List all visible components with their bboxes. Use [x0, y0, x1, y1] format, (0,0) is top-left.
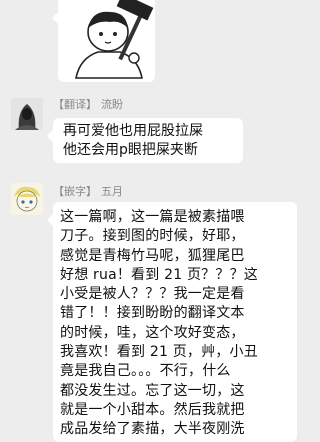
message-bubble-liupan[interactable]: 再可爱他也用屁股拉屎 他还会用p眼把屎夹断: [47, 118, 243, 163]
message-line: 刀子。接到图的时候，好耶，: [60, 228, 245, 245]
message-line: 小受是被人？？？我一定是看: [60, 286, 245, 303]
sender-role-tag: 【翻译】: [53, 98, 97, 111]
message-line: 好想 rua！看到 21 页？？？这: [60, 266, 258, 283]
sender-name-wuyue: 【嵌字】 五月: [53, 183, 123, 199]
message-line: 都没发生过。忘了这一切，这: [60, 382, 245, 399]
message-line: 的时候，哇，这个攻好变态，: [60, 324, 245, 341]
hooded-figure-avatar-icon: [11, 98, 43, 130]
message-line: 再可爱他也用屁股拉屎: [63, 123, 203, 139]
sender-name: 流盼: [101, 98, 123, 111]
avatar-liupan[interactable]: [11, 98, 43, 130]
message-line: 错了！！接到盼盼的翻译文本: [60, 305, 245, 322]
message-line: 我喜欢！看到 21 页，艸，小丑: [60, 344, 258, 361]
cartoon-character-with-sign-sticker: [75, 0, 154, 79]
message-line: 这一篇啊，这一篇是被素描喂: [60, 209, 245, 225]
sticker-message[interactable]: [52, 0, 155, 82]
message-bubble-wuyue[interactable]: 这一篇啊，这一篇是被素描喂 刀子。接到图的时候，好耶， 感觉是青梅竹马呢，狐狸尾…: [47, 202, 297, 442]
sender-name-liupan: 【翻译】 流盼: [53, 96, 123, 112]
anime-character-avatar-icon: [11, 183, 43, 215]
message-line: 就是一个小甜本。然后我就把: [60, 401, 245, 418]
message-line: 他还会用p眼把屎夹断: [63, 142, 198, 158]
message-line: 竟是我自己。。。不行，什么: [60, 363, 231, 380]
message-line: 成品发给了素描，大半夜刚洗: [60, 421, 245, 438]
message-line: 感觉是青梅竹马呢，狐狸尾巴: [60, 247, 245, 264]
avatar-wuyue[interactable]: [11, 183, 43, 215]
sender-name: 五月: [101, 185, 123, 198]
sender-role-tag: 【嵌字】: [53, 185, 97, 198]
